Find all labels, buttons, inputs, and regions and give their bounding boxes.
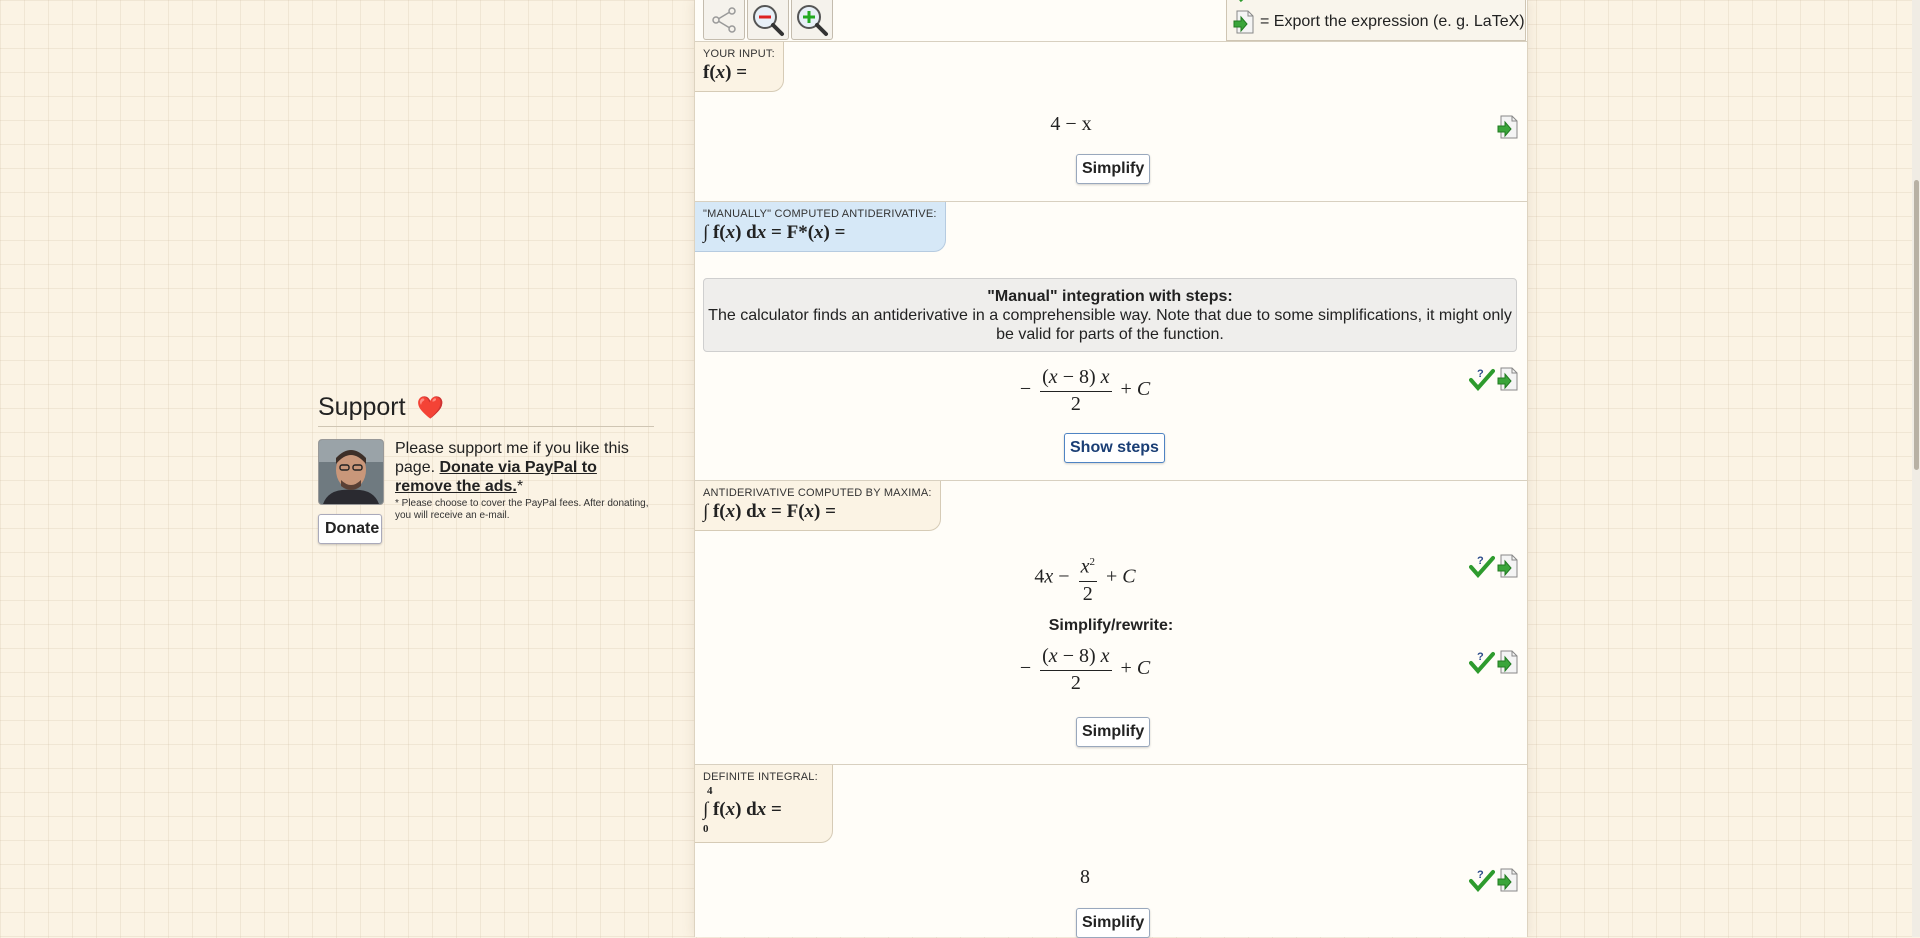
maxima-result: 4x − x2 2 + C bbox=[669, 551, 1501, 605]
toolbar bbox=[703, 0, 833, 40]
legend-export-text: = Export the expression (e. g. LaTeX) bbox=[1260, 13, 1525, 30]
avatar bbox=[318, 439, 384, 505]
support-title: Support ❤️ bbox=[318, 393, 654, 427]
zoom-in-icon bbox=[797, 4, 828, 36]
donate-button[interactable]: Donate bbox=[318, 514, 382, 544]
simplify-button[interactable]: Simplify bbox=[1076, 717, 1151, 747]
definite-formula: ∫ f(x) dx = bbox=[703, 799, 782, 820]
check-icon[interactable]: ? bbox=[1469, 868, 1495, 892]
definite-result: 8 bbox=[1080, 866, 1090, 888]
share-icon bbox=[712, 6, 736, 33]
export-icon bbox=[1233, 10, 1254, 34]
check-icon[interactable]: ? bbox=[1469, 367, 1495, 391]
main-column: = Export the expression (e. g. LaTeX) YO… bbox=[694, 0, 1528, 938]
scrollbar-thumb[interactable] bbox=[1914, 180, 1919, 470]
maxima-label: ANTIDERIVATIVE COMPUTED BY MAXIMA: bbox=[703, 487, 932, 499]
legend-box: = Export the expression (e. g. LaTeX) bbox=[1226, 0, 1526, 41]
info-title: "Manual" integration with steps: bbox=[987, 288, 1233, 305]
show-steps-button[interactable]: Show steps bbox=[1064, 433, 1165, 463]
input-section: YOUR INPUT: f(x) = 4 − x Simplify bbox=[695, 41, 1527, 202]
svg-text:?: ? bbox=[1477, 869, 1484, 881]
scrollbar[interactable] bbox=[1912, 0, 1920, 937]
manual-label: "MANUALLY" COMPUTED ANTIDERIVATIVE: bbox=[703, 208, 937, 220]
info-text: The calculator finds an antiderivative i… bbox=[708, 307, 1512, 343]
zoom-in-button[interactable] bbox=[791, 0, 833, 40]
support-title-text: Support bbox=[318, 393, 406, 421]
export-icon[interactable] bbox=[1497, 650, 1519, 674]
export-icon[interactable] bbox=[1497, 115, 1519, 139]
check-icon bbox=[1239, 0, 1244, 3]
maxima-rewritten-result: − (x − 8) x2 + C bbox=[1019, 645, 1151, 694]
asterisk: * bbox=[516, 478, 524, 495]
export-icon[interactable] bbox=[1497, 554, 1519, 578]
manual-formula: ∫ f(x) dx = F*(x) = bbox=[703, 222, 846, 243]
definite-label: DEFINITE INTEGRAL: bbox=[703, 771, 818, 783]
export-icon[interactable] bbox=[1497, 868, 1519, 892]
maxima-antiderivative-section: ANTIDERIVATIVE COMPUTED BY MAXIMA: ∫ f(x… bbox=[695, 480, 1527, 765]
input-expression: 4 − x bbox=[1050, 113, 1092, 135]
definite-integral-section: DEFINITE INTEGRAL: 4 ∫ f(x) dx = 0 8 ? S… bbox=[695, 764, 1527, 938]
info-box: "Manual" integration with steps: The cal… bbox=[703, 278, 1517, 352]
input-formula: f(x) = bbox=[703, 62, 748, 83]
zoom-out-icon bbox=[753, 4, 784, 36]
simplify-rewrite-label: Simplify/rewrite: bbox=[1048, 617, 1174, 634]
heart-icon: ❤️ bbox=[416, 395, 444, 420]
check-icon[interactable]: ? bbox=[1469, 554, 1495, 578]
svg-text:?: ? bbox=[1477, 368, 1484, 380]
lower-limit: 0 bbox=[703, 823, 709, 835]
export-icon[interactable] bbox=[1497, 367, 1519, 391]
support-text: Please support me if you like this page.… bbox=[395, 439, 655, 522]
check-icon[interactable]: ? bbox=[1469, 650, 1495, 674]
svg-text:?: ? bbox=[1477, 651, 1484, 663]
simplify-button[interactable]: Simplify bbox=[1076, 154, 1151, 184]
input-tab: YOUR INPUT: f(x) = bbox=[695, 42, 784, 92]
upper-limit: 4 bbox=[707, 785, 713, 797]
definite-tab: DEFINITE INTEGRAL: 4 ∫ f(x) dx = 0 bbox=[695, 765, 833, 843]
manual-result: − (x − 8) x2 + C bbox=[1019, 366, 1151, 415]
support-note: * Please choose to cover the PayPal fees… bbox=[395, 498, 649, 521]
zoom-out-button[interactable] bbox=[747, 0, 789, 40]
manual-tab: "MANUALLY" COMPUTED ANTIDERIVATIVE: ∫ f(… bbox=[695, 202, 946, 252]
svg-text:?: ? bbox=[1477, 555, 1484, 567]
maxima-formula: ∫ f(x) dx = F(x) = bbox=[703, 501, 836, 522]
share-button[interactable] bbox=[703, 0, 745, 40]
manual-antiderivative-section: "MANUALLY" COMPUTED ANTIDERIVATIVE: ∫ f(… bbox=[695, 201, 1527, 481]
input-label: YOUR INPUT: bbox=[703, 48, 775, 60]
support-panel: Support ❤️ Donate Please support me if y… bbox=[318, 393, 654, 549]
maxima-tab: ANTIDERIVATIVE COMPUTED BY MAXIMA: ∫ f(x… bbox=[695, 481, 941, 531]
simplify-button[interactable]: Simplify bbox=[1076, 908, 1151, 938]
